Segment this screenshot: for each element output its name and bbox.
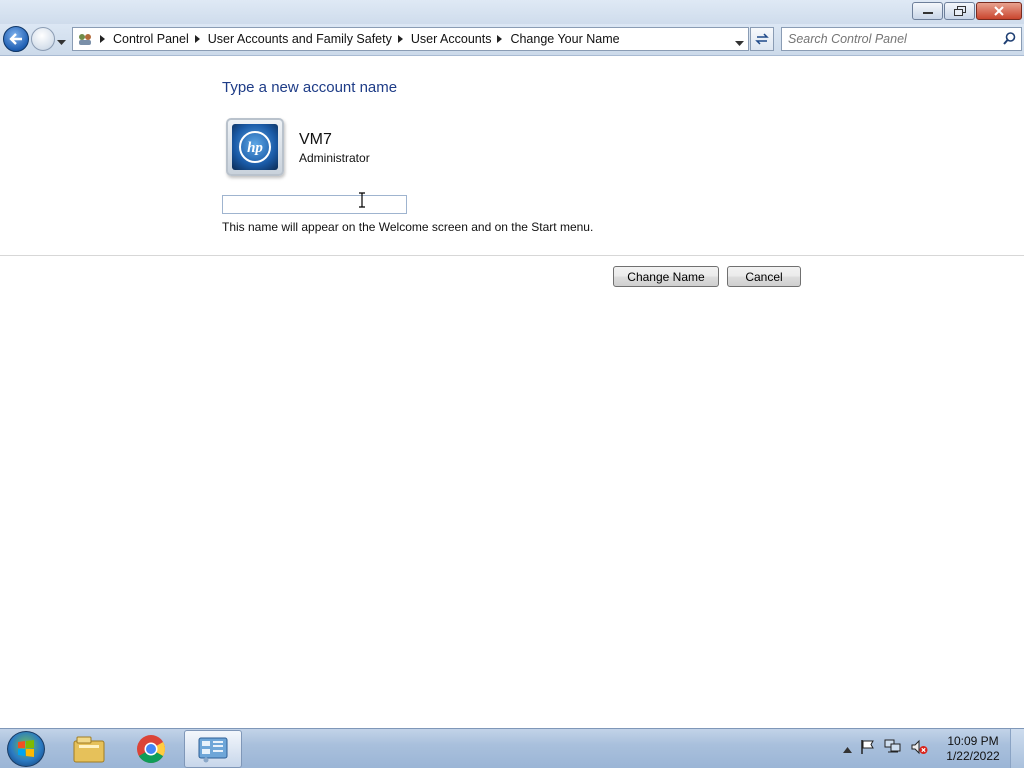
- chrome-icon: [137, 735, 165, 763]
- breadcrumb: Control Panel User Accounts and Family S…: [94, 32, 620, 46]
- search-box[interactable]: [781, 27, 1022, 51]
- address-dropdown-button[interactable]: [735, 36, 744, 50]
- breadcrumb-user-accounts-family-safety[interactable]: User Accounts and Family Safety: [208, 32, 392, 46]
- breadcrumb-change-your-name[interactable]: Change Your Name: [510, 32, 619, 46]
- close-button[interactable]: [976, 2, 1022, 20]
- divider: [0, 255, 1024, 256]
- show-hidden-icons-icon[interactable]: [843, 742, 852, 756]
- breadcrumb-user-accounts[interactable]: User Accounts: [411, 32, 492, 46]
- taskbar-chrome[interactable]: [122, 730, 180, 768]
- user-name: VM7: [299, 131, 332, 148]
- taskbar: 10:09 PM 1/22/2022: [0, 728, 1024, 768]
- minimize-button[interactable]: [912, 2, 943, 20]
- recent-pages-button[interactable]: [57, 35, 66, 49]
- avatar: hp: [226, 118, 284, 176]
- back-button[interactable]: [3, 26, 29, 52]
- control-panel-icon: [198, 737, 228, 763]
- clock-time: 10:09 PM: [947, 734, 999, 748]
- file-explorer-icon: [73, 736, 105, 763]
- search-input[interactable]: [788, 29, 998, 49]
- volume-muted-icon[interactable]: [910, 739, 928, 758]
- hp-logo-icon: hp: [232, 124, 278, 170]
- change-name-button[interactable]: Change Name: [613, 266, 719, 287]
- breadcrumb-control-panel[interactable]: Control Panel: [113, 32, 189, 46]
- chevron-right-icon[interactable]: [497, 35, 503, 43]
- chevron-right-icon[interactable]: [100, 35, 105, 43]
- refresh-icon: [755, 33, 769, 45]
- chevron-right-icon[interactable]: [194, 35, 200, 43]
- navigation-bar: Control Panel User Accounts and Family S…: [0, 24, 1024, 56]
- control-panel-icon: [76, 31, 94, 47]
- clock-date: 1/22/2022: [946, 749, 1000, 763]
- system-tray: [843, 739, 928, 758]
- restore-icon: [953, 6, 966, 16]
- chevron-down-icon: [735, 41, 744, 46]
- system-clock[interactable]: 10:09 PM 1/22/2022: [940, 734, 1006, 764]
- page-title: Type a new account name: [222, 79, 398, 96]
- windows-logo-icon: [18, 740, 34, 757]
- address-bar[interactable]: Control Panel User Accounts and Family S…: [72, 27, 749, 51]
- show-desktop-button[interactable]: [1010, 729, 1024, 768]
- cancel-button[interactable]: Cancel: [727, 266, 801, 287]
- name-hint-text: This name will appear on the Welcome scr…: [222, 220, 594, 234]
- start-button[interactable]: [7, 731, 45, 767]
- minimize-icon: [922, 12, 933, 14]
- close-icon: [994, 6, 1004, 16]
- forward-button[interactable]: [31, 27, 55, 51]
- text-cursor-icon: [359, 192, 365, 208]
- window-titlebar: [0, 0, 1024, 24]
- user-role: Administrator: [299, 151, 370, 165]
- search-icon[interactable]: [1003, 32, 1016, 48]
- taskbar-file-explorer[interactable]: [60, 730, 118, 768]
- chevron-down-icon: [57, 40, 66, 45]
- refresh-button[interactable]: [750, 27, 774, 51]
- chevron-right-icon[interactable]: [397, 35, 403, 43]
- new-account-name-field[interactable]: [222, 195, 407, 214]
- restore-button[interactable]: [944, 2, 975, 20]
- action-center-flag-icon[interactable]: [860, 739, 876, 758]
- network-icon[interactable]: [884, 739, 902, 758]
- arrow-left-icon: [9, 33, 22, 45]
- svg-text:hp: hp: [247, 140, 263, 156]
- window-controls: [912, 2, 1022, 20]
- taskbar-control-panel[interactable]: [184, 730, 242, 768]
